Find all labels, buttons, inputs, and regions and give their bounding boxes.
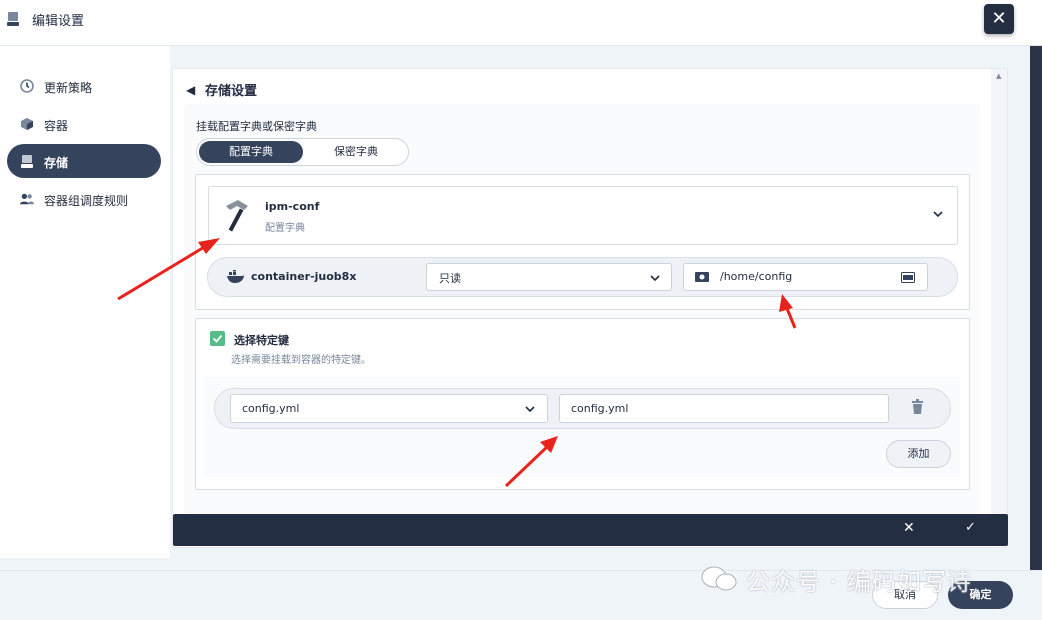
- wechat-icon: [701, 566, 737, 591]
- scroll-up-icon[interactable]: ▲: [996, 72, 1001, 80]
- dialog-title: 编辑设置: [32, 14, 85, 29]
- chevron-down-icon[interactable]: [932, 208, 944, 220]
- container-name: container-juob8x: [251, 270, 357, 283]
- access-mode-value: 只读: [439, 272, 461, 285]
- add-key-button[interactable]: 添加: [886, 440, 951, 468]
- inline-action-bar: ✕ ✓: [173, 514, 1008, 546]
- sidebar-item-label: 存储: [44, 156, 69, 170]
- configmap-type: 配置字典: [265, 223, 305, 234]
- docker-icon: [227, 270, 244, 283]
- specific-keys-checkbox[interactable]: [210, 331, 225, 346]
- tab-configmap[interactable]: 配置字典: [199, 141, 303, 163]
- configmap-select-card[interactable]: [208, 186, 958, 245]
- scrollbar[interactable]: [991, 69, 1007, 515]
- mount-path-value: /home/config: [720, 270, 793, 283]
- chevron-down-icon: [525, 406, 535, 413]
- background-edge: [1030, 46, 1042, 620]
- sidebar-item-container[interactable]: 容器: [7, 107, 161, 141]
- mount-path-input[interactable]: /home/config: [683, 263, 928, 291]
- specific-keys-title: 选择特定键: [234, 334, 289, 347]
- key-path-input[interactable]: config.yml: [559, 394, 889, 423]
- access-mode-select[interactable]: 只读: [426, 263, 672, 291]
- configmap-name: ipm-conf: [265, 200, 320, 213]
- disk-icon: [695, 272, 709, 282]
- drive-icon: [21, 155, 33, 168]
- sidebar-item-label: 容器组调度规则: [44, 194, 129, 208]
- sidebar-item-update-strategy[interactable]: 更新策略: [7, 69, 161, 103]
- key-select-value: config.yml: [242, 402, 300, 415]
- close-button[interactable]: ✕: [984, 4, 1014, 34]
- drive-icon: [7, 12, 19, 26]
- terminal-icon[interactable]: [901, 272, 915, 283]
- sidebar: 更新策略 容器 存储 容器组调度规则: [0, 46, 170, 558]
- specific-keys-description: 选择需要挂载到容器的特定键。: [231, 355, 371, 366]
- users-icon: [20, 193, 34, 205]
- section-title: 存储设置: [205, 84, 258, 99]
- sidebar-item-storage[interactable]: 存储: [7, 144, 161, 178]
- key-path-value: config.yml: [571, 402, 629, 415]
- dialog-header: 编辑设置: [0, 0, 1042, 46]
- tab-secret[interactable]: 保密字典: [305, 141, 407, 163]
- mount-label: 挂载配置字典或保密字典: [196, 120, 317, 133]
- sidebar-item-label: 容器: [44, 119, 69, 133]
- cube-icon: [21, 118, 33, 130]
- trash-icon[interactable]: [911, 399, 924, 414]
- key-select[interactable]: config.yml: [230, 394, 548, 423]
- chevron-down-icon: [650, 275, 660, 282]
- clock-icon: [20, 79, 34, 93]
- sidebar-item-label: 更新策略: [44, 81, 93, 95]
- confirm-icon[interactable]: ✓: [965, 520, 976, 535]
- discard-icon[interactable]: ✕: [903, 520, 915, 536]
- hammer-icon: [226, 200, 248, 232]
- sidebar-item-scheduling-rules[interactable]: 容器组调度规则: [7, 182, 161, 216]
- check-icon: [212, 334, 223, 343]
- back-arrow-icon[interactable]: ◀: [186, 83, 195, 97]
- dict-type-tabs: 配置字典 保密字典: [196, 138, 409, 166]
- watermark-text: 公众号 · 编码如写诗: [746, 568, 972, 596]
